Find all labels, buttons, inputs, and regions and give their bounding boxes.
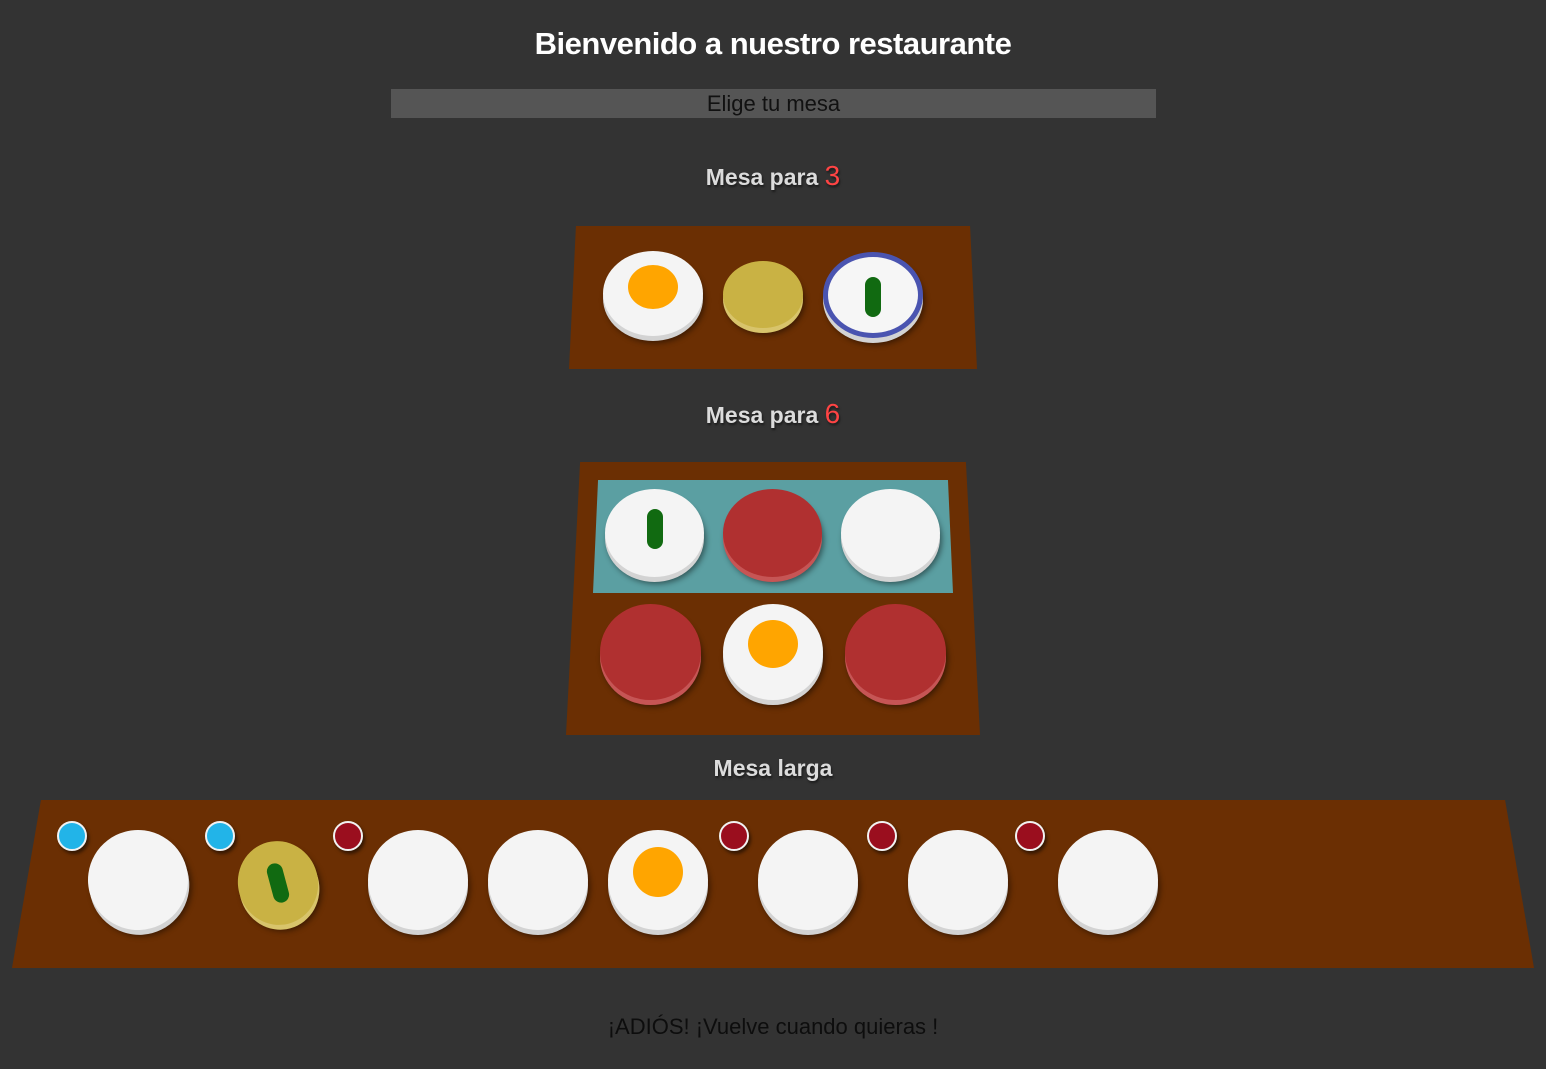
stick-icon: [265, 861, 291, 905]
table-label-number: 3: [824, 160, 841, 191]
plate-red[interactable]: [845, 604, 946, 700]
seat-marker-red[interactable]: [333, 821, 363, 851]
seat-marker-blue[interactable]: [205, 821, 235, 851]
footer-farewell: ¡ADIÓS! ¡Vuelve cuando quieras !: [607, 1014, 939, 1039]
egg-icon: [633, 847, 683, 897]
long-table-label: Mesa larga: [713, 755, 833, 781]
stick-icon: [647, 509, 663, 549]
plate-white[interactable]: [841, 489, 940, 577]
table-label-prefix: Mesa para: [705, 402, 819, 428]
choose-table-bar: Elige tu mesa: [391, 89, 1156, 118]
stick-icon: [865, 277, 881, 317]
plate-white[interactable]: [608, 830, 708, 930]
plate-white[interactable]: [488, 830, 588, 930]
plate-white[interactable]: [908, 830, 1008, 930]
plate-white[interactable]: [603, 251, 703, 336]
table-label-number: 6: [824, 398, 841, 429]
table-6-label: Mesa para 6: [0, 398, 1546, 430]
seat-marker-red[interactable]: [867, 821, 897, 851]
page-title: Bienvenido a nuestro restaurante: [534, 26, 1012, 61]
plate-white[interactable]: [758, 830, 858, 930]
egg-icon: [628, 265, 678, 309]
seat-marker-red[interactable]: [1015, 821, 1045, 851]
plate-red[interactable]: [723, 489, 822, 577]
plate-white[interactable]: [1058, 830, 1158, 930]
plate-white[interactable]: [723, 604, 823, 700]
plate-red[interactable]: [600, 604, 701, 700]
egg-icon: [748, 620, 798, 668]
plate-white-ringed[interactable]: [823, 252, 923, 338]
plate-white[interactable]: [368, 830, 468, 930]
plate-gold[interactable]: [723, 261, 803, 328]
table-label-prefix: Mesa para: [705, 164, 819, 190]
plate-white[interactable]: [605, 489, 704, 577]
table-3-label: Mesa para 3: [0, 160, 1546, 192]
seat-marker-blue[interactable]: [57, 821, 87, 851]
seat-marker-red[interactable]: [719, 821, 749, 851]
